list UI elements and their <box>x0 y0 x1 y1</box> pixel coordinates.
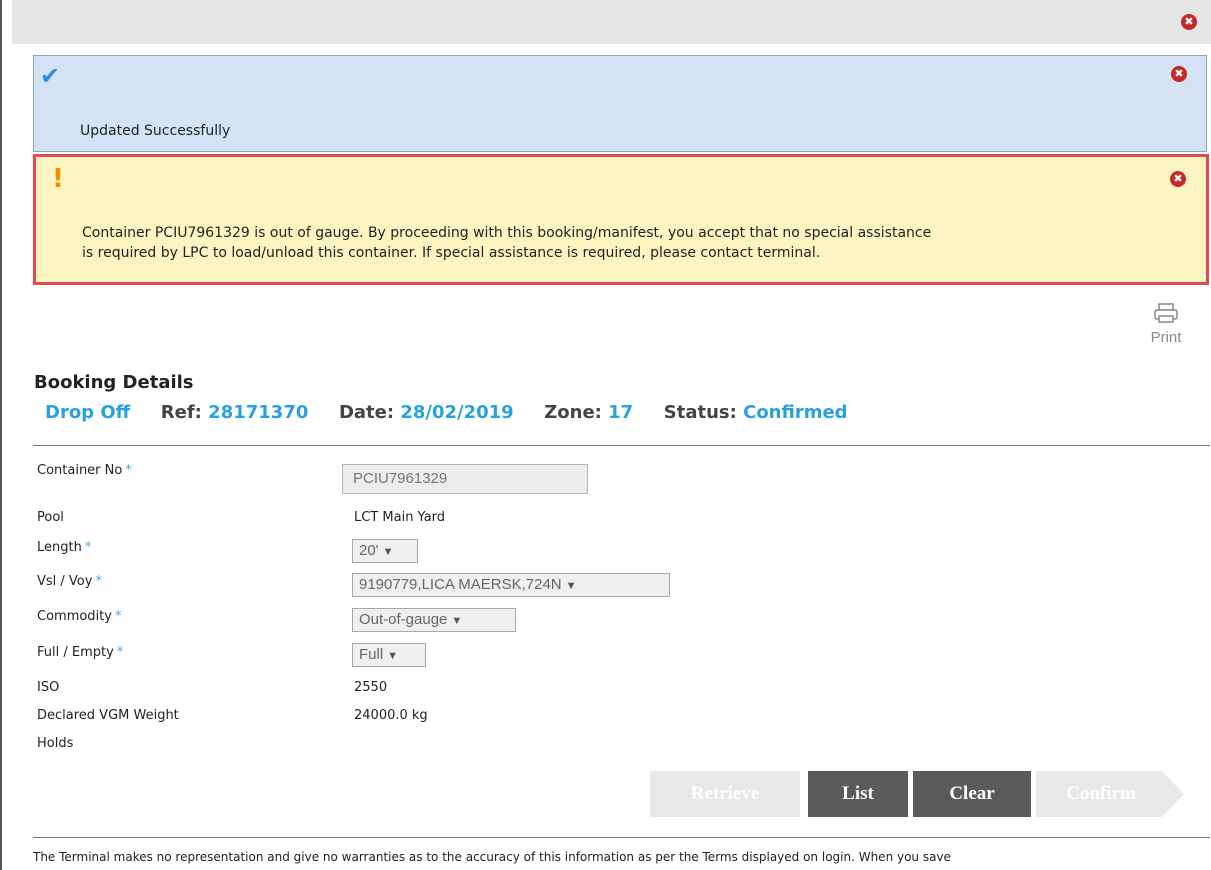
label-text: Container No <box>37 463 123 478</box>
required-mark: * <box>84 540 92 555</box>
select-value: Out-of-gauge <box>359 611 448 628</box>
label-text: Pool <box>37 510 64 525</box>
check-icon: ✔ <box>40 62 61 90</box>
ref-label: Ref: <box>160 402 202 423</box>
label-text: Declared VGM Weight <box>37 708 179 723</box>
iso-label: ISO <box>37 680 59 695</box>
vgm-label: Declared VGM Weight <box>37 708 179 723</box>
divider <box>33 837 1210 838</box>
container-no-label: Container No * <box>37 463 132 478</box>
booking-type: Drop Off <box>45 402 131 423</box>
disclaimer-text: The Terminal makes no representation and… <box>33 850 951 864</box>
required-mark: * <box>116 645 124 660</box>
zone-label: Zone: <box>544 402 602 423</box>
vsl-voy-select[interactable]: 9190779,LICA MAERSK,724N ▼ <box>352 573 670 597</box>
close-icon[interactable]: ✖ <box>1181 14 1197 30</box>
label-text: Length <box>37 540 82 555</box>
full-empty-select[interactable]: Full ▼ <box>352 643 426 667</box>
vgm-value: 24000.0 kg <box>354 708 428 723</box>
close-icon[interactable]: ✖ <box>1171 66 1187 82</box>
label-text: ISO <box>37 680 60 695</box>
status-label: Status: <box>663 402 737 423</box>
chevron-down-icon: ▼ <box>451 615 463 627</box>
zone-value: 17 <box>608 402 634 423</box>
length-label: Length * <box>37 540 91 555</box>
success-message: Updated Successfully <box>80 123 231 139</box>
required-mark: * <box>125 463 132 478</box>
length-select[interactable]: 20' ▼ <box>352 539 418 563</box>
warning-alert: ! ✖ Container PCIU7961329 is out of gaug… <box>33 154 1209 285</box>
success-alert: ✔ ✖ Updated Successfully <box>33 55 1207 152</box>
label-text: Full / Empty <box>37 645 114 660</box>
full-empty-label: Full / Empty * <box>37 645 123 660</box>
required-mark: * <box>95 574 102 589</box>
label-text: Holds <box>37 736 74 751</box>
status-value: Confirmed <box>743 402 848 423</box>
retrieve-button[interactable]: Retrieve <box>650 771 800 817</box>
confirm-button[interactable]: Confirm <box>1036 771 1184 817</box>
vsl-voy-label: Vsl / Voy * <box>37 574 102 589</box>
clear-button[interactable]: Clear <box>913 771 1031 817</box>
chevron-down-icon: ▼ <box>382 546 394 558</box>
print-button[interactable]: Print <box>1140 303 1192 346</box>
pool-value: LCT Main Yard <box>354 510 446 525</box>
pool-label: Pool <box>37 510 64 525</box>
commodity-select[interactable]: Out-of-gauge ▼ <box>352 608 516 632</box>
exclamation-icon: ! <box>52 164 64 194</box>
window-edge <box>0 0 2 870</box>
container-no-field[interactable]: PCIU7961329 <box>342 464 588 494</box>
page-title: Booking Details <box>34 372 194 393</box>
close-icon[interactable]: ✖ <box>1170 171 1186 187</box>
date-label: Date: <box>338 402 395 423</box>
list-button[interactable]: List <box>808 771 908 817</box>
divider <box>33 445 1210 446</box>
date-value: 28/02/2019 <box>400 402 514 423</box>
label-text: Commodity <box>37 609 112 624</box>
printer-icon <box>1154 303 1178 323</box>
holds-label: Holds <box>37 736 73 751</box>
chevron-down-icon: ▼ <box>565 580 577 592</box>
select-value: 9190779,LICA MAERSK,724N <box>359 576 562 593</box>
warning-message-line: is required by LPC to load/unload this c… <box>82 245 821 261</box>
ref-value: 28171370 <box>208 402 309 423</box>
select-value: Full <box>359 646 384 663</box>
label-text: Vsl / Voy <box>37 574 93 589</box>
chevron-down-icon: ▼ <box>387 650 399 662</box>
required-mark: * <box>114 609 122 624</box>
select-value: 20' <box>359 542 379 559</box>
warning-message-line: Container PCIU7961329 is out of gauge. B… <box>82 225 932 241</box>
print-label: Print <box>1150 329 1182 346</box>
booking-summary: Drop Off Ref: 28171370 Date: 28/02/2019 … <box>45 402 848 423</box>
iso-value: 2550 <box>354 680 388 695</box>
warning-message: Container PCIU7961329 is out of gauge. B… <box>82 223 1182 263</box>
commodity-label: Commodity * <box>37 609 121 624</box>
top-bar: ✖ <box>12 0 1211 44</box>
